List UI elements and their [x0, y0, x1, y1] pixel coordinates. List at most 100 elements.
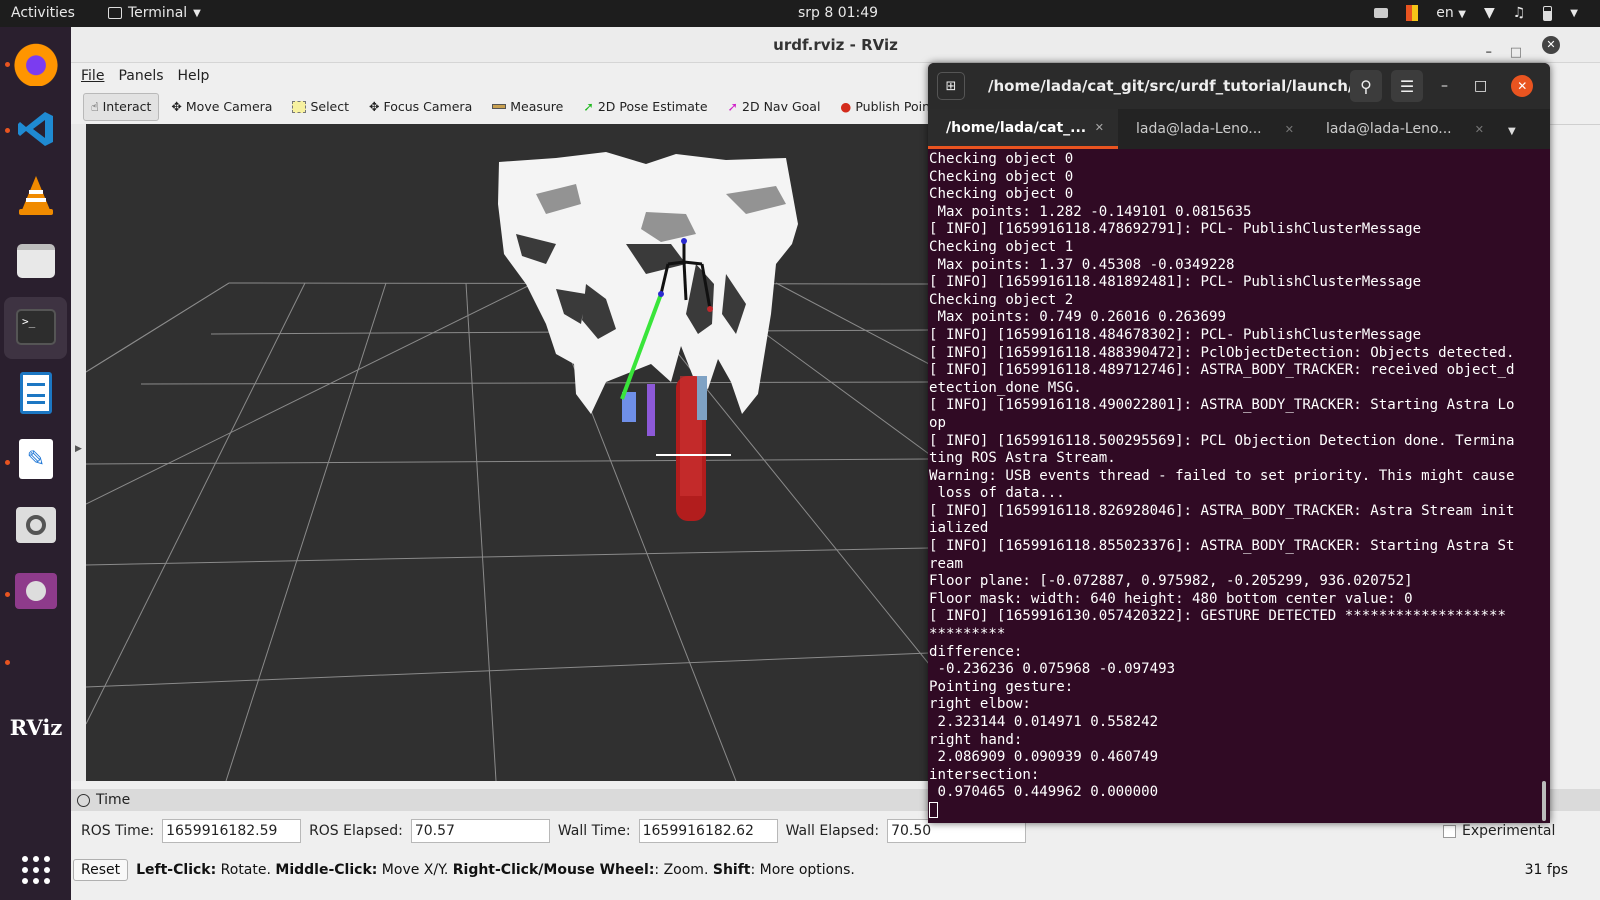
terminal-line: ialized: [929, 520, 989, 537]
tool-select[interactable]: Select: [284, 93, 357, 121]
time-fields: ROS Time: 1659916182.59 ROS Elapsed: 70.…: [81, 819, 1027, 843]
files-icon[interactable]: [13, 238, 59, 284]
system-tray[interactable]: en ▼ ▼ ♫ ▼: [1374, 5, 1578, 21]
activities-button[interactable]: Activities: [11, 5, 75, 21]
terminal-headerbar[interactable]: ⊞ /home/lada/cat_git/src/urdf_tutorial/l…: [928, 63, 1550, 109]
tool-move-camera[interactable]: ✥ Move Camera: [163, 93, 280, 121]
new-tab-icon[interactable]: ⊞: [937, 72, 965, 100]
wall-time-field[interactable]: 1659916182.62: [638, 819, 778, 843]
hamburger-menu-icon[interactable]: ☰: [1391, 70, 1423, 102]
menu-file[interactable]: File: [81, 68, 104, 84]
wall-time-label: Wall Time:: [557, 823, 631, 839]
terminal-line: etection_done MSG.: [929, 379, 1082, 396]
terminal-line: Checking object 1: [929, 238, 1074, 255]
vlc-icon[interactable]: [13, 172, 59, 218]
reset-button[interactable]: Reset: [73, 859, 129, 881]
tab-overflow-icon[interactable]: ▼: [1508, 126, 1516, 137]
floor-grid: [86, 281, 929, 781]
terminal-line: Checking object 0: [929, 151, 1074, 167]
terminal-line: *********: [929, 626, 1006, 643]
tool-2d-pose-estimate[interactable]: ➚ 2D Pose Estimate: [575, 93, 715, 121]
terminal-line: Floor mask: width: 640 height: 480 botto…: [929, 590, 1413, 607]
select-icon: [292, 100, 307, 113]
dock: >_ ✎ RViz: [0, 27, 71, 900]
terminal-small-icon: [108, 7, 122, 19]
app-indicator-icon[interactable]: [1406, 5, 1419, 21]
terminal-tab-1[interactable]: /home/lada/cat_... ✕: [928, 109, 1118, 149]
image-viewer-icon[interactable]: [13, 502, 59, 548]
tab-label: lada@lada-Leno...: [1326, 121, 1452, 137]
close-tab-icon[interactable]: ✕: [1285, 123, 1294, 136]
menu-panels[interactable]: Panels: [118, 68, 163, 84]
running-indicator: [5, 460, 10, 465]
writer-icon[interactable]: [13, 370, 59, 416]
close-icon[interactable]: ✕: [1511, 75, 1534, 97]
menu-help[interactable]: Help: [178, 68, 210, 84]
checkbox-box[interactable]: [1443, 824, 1456, 838]
chevron-right-icon: ▶: [75, 444, 82, 454]
tool-label: Move Camera: [185, 99, 273, 114]
running-indicator: [5, 128, 10, 133]
firefox-icon[interactable]: [13, 40, 59, 86]
terminal-line: [ INFO] [1659916118.826928046]: ASTRA_BO…: [929, 502, 1515, 519]
close-tab-icon[interactable]: ✕: [1095, 121, 1104, 134]
terminal-tab-3[interactable]: lada@lada-Leno... ✕: [1308, 109, 1498, 149]
terminal-line: 2.086909 0.090939 0.460749: [929, 749, 1159, 766]
maximize-icon[interactable]: □: [1474, 78, 1487, 94]
chevron-down-icon: ▼: [1458, 9, 1466, 20]
terminal-tab-2[interactable]: lada@lada-Leno... ✕: [1118, 109, 1308, 149]
terminal-line: op: [929, 414, 946, 431]
app-menu-terminal[interactable]: Terminal ▼: [108, 5, 201, 21]
volume-icon[interactable]: ♫: [1513, 5, 1526, 21]
hint-text: Rotate.: [216, 862, 276, 878]
terminal-line: right elbow:: [929, 696, 1031, 713]
search-icon[interactable]: ⚲: [1350, 70, 1382, 102]
terminal-line: Max points: 0.749 0.26016 0.263699: [929, 309, 1226, 326]
terminal-line: Pointing gesture:: [929, 678, 1074, 695]
experimental-checkbox[interactable]: Experimental: [1443, 823, 1555, 839]
left-panel-collapse-handle[interactable]: ▶: [71, 124, 86, 781]
tool-2d-nav-goal[interactable]: ➚ 2D Nav Goal: [720, 93, 829, 121]
ros-elapsed-label: ROS Elapsed:: [309, 823, 403, 839]
rviz-titlebar[interactable]: urdf.rviz - RViz – □ ✕: [71, 27, 1600, 63]
hint-text: Move X/Y.: [377, 862, 453, 878]
terminal-line: [ INFO] [1659916118.855023376]: ASTRA_BO…: [929, 538, 1515, 555]
text-editor-icon[interactable]: ✎: [13, 436, 59, 482]
language-indicator[interactable]: en ▼: [1436, 5, 1466, 21]
tool-measure[interactable]: Measure: [484, 93, 571, 121]
3d-scene[interactable]: [86, 124, 929, 781]
clock[interactable]: srp 8 01:49: [798, 5, 878, 21]
wifi-icon[interactable]: ▼: [1484, 5, 1495, 21]
hint-left-click: Left-Click:: [136, 862, 217, 878]
videos-icon[interactable]: [13, 568, 59, 614]
tool-publish-point[interactable]: ● Publish Point: [832, 93, 943, 121]
show-applications-icon[interactable]: [13, 847, 59, 893]
terminal-line: [ INFO] [1659916118.488390472]: PclObjec…: [929, 344, 1515, 361]
ros-time-field[interactable]: 1659916182.59: [162, 819, 302, 843]
tool-label: 2D Nav Goal: [742, 99, 821, 114]
app-menu-label: Terminal: [128, 5, 188, 21]
rviz-icon[interactable]: RViz: [10, 704, 63, 750]
terminal-scrollbar[interactable]: [1542, 781, 1546, 821]
ros-elapsed-field[interactable]: 70.57: [410, 819, 550, 843]
point-cloud: [498, 152, 798, 414]
terminal-output[interactable]: Checking object 0 Checking object 0 Checki…: [928, 149, 1550, 820]
hint-text: : Zoom.: [654, 862, 713, 878]
tool-label: Focus Camera: [383, 99, 473, 114]
battery-icon[interactable]: [1543, 5, 1553, 21]
close-tab-icon[interactable]: ✕: [1475, 123, 1484, 136]
tool-focus-camera[interactable]: ✥ Focus Camera: [361, 93, 480, 121]
vscode-icon[interactable]: [13, 106, 59, 152]
chevron-down-icon[interactable]: ▼: [1570, 8, 1578, 19]
hint-shift: Shift: [712, 862, 751, 878]
terminal-icon[interactable]: >_: [13, 304, 59, 350]
terminal-line: Warning: USB events thread - failed to s…: [929, 467, 1515, 484]
tool-label: 2D Pose Estimate: [597, 99, 708, 114]
ruler-icon: [492, 104, 507, 109]
close-icon[interactable]: ✕: [1542, 36, 1560, 54]
detected-objects: [622, 376, 731, 521]
tab-label: lada@lada-Leno...: [1136, 121, 1262, 137]
tool-interact[interactable]: ☝ Interact: [83, 92, 160, 121]
minimize-icon[interactable]: –: [1441, 78, 1448, 94]
3d-viewport[interactable]: [86, 124, 929, 781]
